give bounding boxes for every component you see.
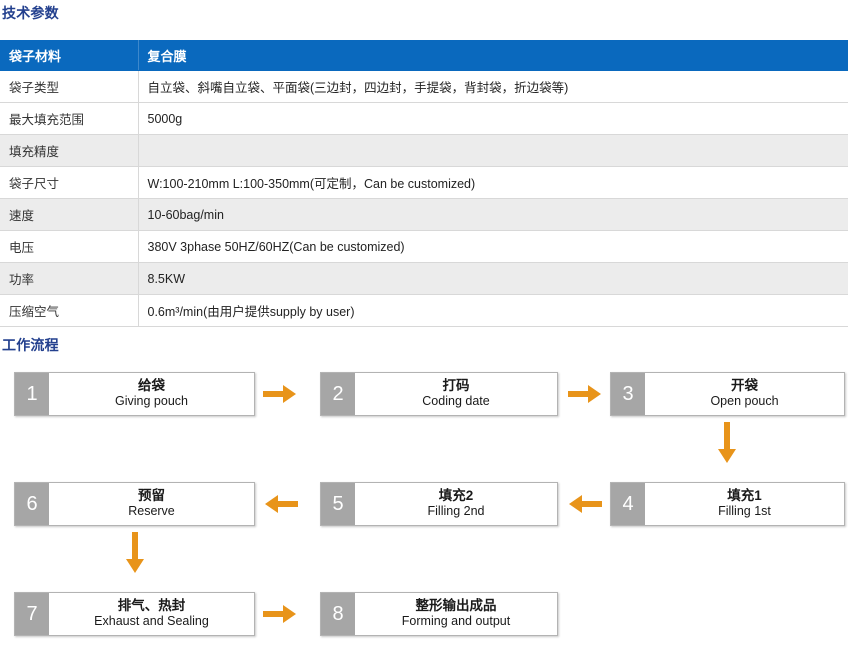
spec-value: 8.5KW	[138, 262, 848, 295]
flow-step-number: 6	[15, 483, 49, 525]
flow-step-number: 7	[15, 593, 49, 635]
flow-step-label-cn: 填充2	[438, 488, 474, 504]
spec-label: 袋子尺寸	[0, 166, 139, 199]
arrow-left-icon	[264, 494, 298, 514]
page-title-work-flow: 工作流程	[2, 337, 59, 353]
spec-label: 速度	[0, 198, 139, 231]
flow-step-label-en: Giving pouch	[115, 394, 188, 409]
flow-step-label-cn: 排气、热封	[117, 598, 186, 614]
flow-step-label-cn: 打码	[442, 378, 470, 394]
flow-step-4: 4 填充1 Filling 1st	[610, 482, 845, 526]
arrow-right-icon	[568, 384, 602, 404]
flow-step-label-en: Coding date	[422, 394, 490, 409]
flow-step-label: 填充1 Filling 1st	[645, 483, 844, 525]
spec-label: 压缩空气	[0, 294, 139, 327]
table-row: 袋子尺寸 W:100-210mm L:100-350mm(可定制，Can be …	[0, 166, 848, 199]
arrow-right-icon	[263, 384, 297, 404]
flow-step-label: 排气、热封 Exhaust and Sealing	[49, 593, 254, 635]
spec-label: 最大填充范围	[0, 102, 139, 135]
page-title-technical-parameters: 技术参数	[2, 5, 59, 21]
table-body: 袋子类型 自立袋、斜嘴自立袋、平面袋(三边封，四边封，手提袋，背封袋，折边袋等)…	[0, 70, 848, 327]
flow-step-6: 6 预留 Reserve	[14, 482, 255, 526]
flow-step-label-en: Open pouch	[710, 394, 779, 409]
table-header-cell-material: 袋子材料	[0, 40, 139, 71]
flow-step-label-cn: 开袋	[731, 378, 758, 394]
spec-label: 电压	[0, 230, 139, 263]
table-header-row: 袋子材料 复合膜	[0, 40, 848, 71]
flow-step-label: 填充2 Filling 2nd	[355, 483, 557, 525]
flow-step-label-cn: 给袋	[138, 378, 165, 394]
table-row: 功率 8.5KW	[0, 262, 848, 295]
arrow-down-icon	[125, 532, 145, 574]
flow-step-label-cn: 预留	[138, 488, 165, 504]
flow-step-label-en: Filling 1st	[718, 504, 771, 519]
spec-label: 填充精度	[0, 134, 139, 167]
table-header-cell-material-value: 复合膜	[138, 40, 848, 71]
flow-step-number: 4	[611, 483, 645, 525]
arrow-down-icon	[717, 422, 737, 464]
table-row: 填充精度	[0, 134, 848, 167]
flow-step-1: 1 给袋 Giving pouch	[14, 372, 255, 416]
flow-step-5: 5 填充2 Filling 2nd	[320, 482, 558, 526]
spec-value: 5000g	[138, 102, 848, 135]
spec-value: 0.6m³/min(由用户提供supply by user)	[138, 294, 848, 327]
technical-parameters-table: 袋子材料 复合膜 袋子类型 自立袋、斜嘴自立袋、平面袋(三边封，四边封，手提袋，…	[0, 40, 848, 327]
flow-step-label-cn: 整形输出成品	[415, 598, 497, 614]
flow-step-label-en: Forming and output	[401, 614, 511, 629]
spec-value: 自立袋、斜嘴自立袋、平面袋(三边封，四边封，手提袋，背封袋，折边袋等)	[138, 70, 848, 103]
table-header: 袋子材料 复合膜	[0, 40, 848, 71]
table-row: 压缩空气 0.6m³/min(由用户提供supply by user)	[0, 294, 848, 327]
flow-step-label: 整形输出成品 Forming and output	[355, 593, 557, 635]
spec-label: 功率	[0, 262, 139, 295]
flow-step-label-en: Exhaust and Sealing	[94, 614, 209, 629]
spec-value	[138, 134, 848, 167]
flow-step-label-cn: 填充1	[727, 488, 762, 504]
flow-step-7: 7 排气、热封 Exhaust and Sealing	[14, 592, 255, 636]
flow-step-number: 3	[611, 373, 645, 415]
flow-step-2: 2 打码 Coding date	[320, 372, 558, 416]
table-row: 速度 10-60bag/min	[0, 198, 848, 231]
flow-step-8: 8 整形输出成品 Forming and output	[320, 592, 558, 636]
arrow-left-icon	[568, 494, 602, 514]
spec-value: 10-60bag/min	[138, 198, 848, 231]
spec-label: 袋子类型	[0, 70, 139, 103]
flow-step-number: 8	[321, 593, 355, 635]
spec-value: 380V 3phase 50HZ/60HZ(Can be customized)	[138, 230, 848, 263]
flow-step-label-en: Filling 2nd	[427, 504, 485, 519]
flow-step-number: 2	[321, 373, 355, 415]
spec-value: W:100-210mm L:100-350mm(可定制，Can be custo…	[138, 166, 848, 199]
flow-step-label-en: Reserve	[128, 504, 175, 519]
table-row: 最大填充范围 5000g	[0, 102, 848, 135]
flow-step-number: 1	[15, 373, 49, 415]
flow-step-label: 预留 Reserve	[49, 483, 254, 525]
arrow-right-icon	[263, 604, 297, 624]
work-flow-diagram: 1 给袋 Giving pouch 2 打码 Coding date 3 开袋 …	[0, 360, 848, 660]
flow-step-label: 开袋 Open pouch	[645, 373, 844, 415]
table-row: 电压 380V 3phase 50HZ/60HZ(Can be customiz…	[0, 230, 848, 263]
table-row: 袋子类型 自立袋、斜嘴自立袋、平面袋(三边封，四边封，手提袋，背封袋，折边袋等)	[0, 70, 848, 103]
flow-step-label: 给袋 Giving pouch	[49, 373, 254, 415]
flow-step-label: 打码 Coding date	[355, 373, 557, 415]
flow-step-number: 5	[321, 483, 355, 525]
flow-step-3: 3 开袋 Open pouch	[610, 372, 845, 416]
